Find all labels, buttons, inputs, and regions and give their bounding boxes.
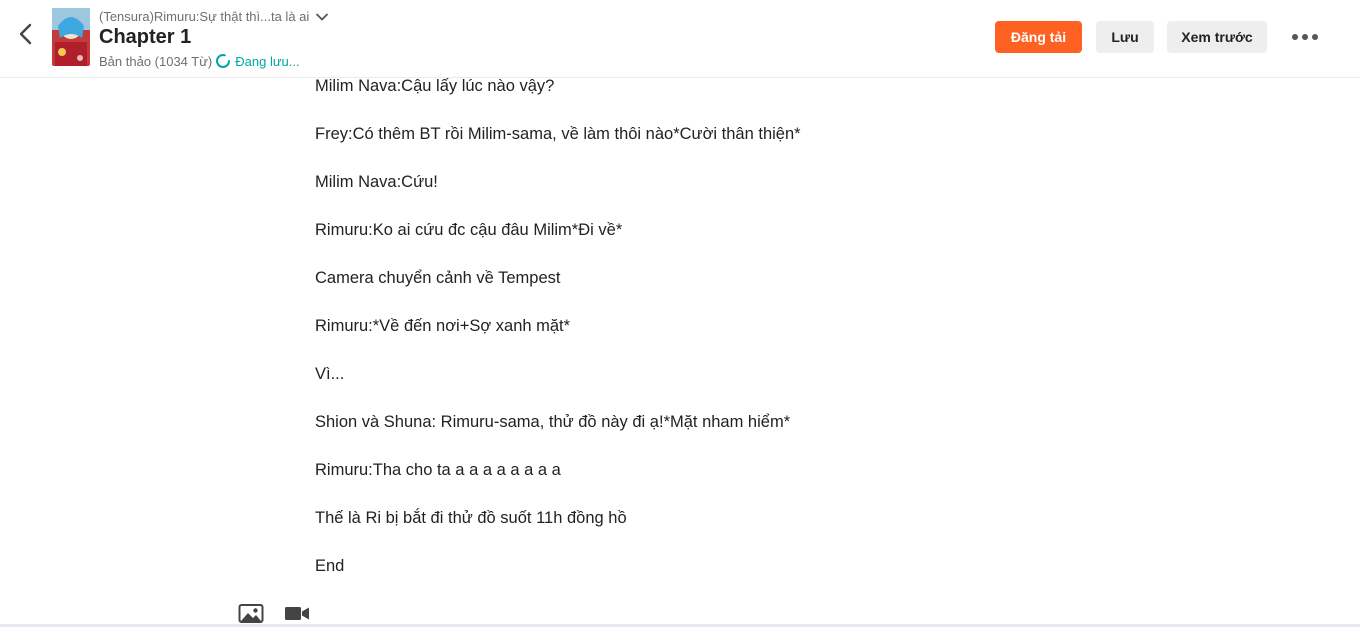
paragraph[interactable]: Shion và Shuna: Rimuru-sama, thử đồ này … (315, 412, 1015, 432)
story-title: (Tensura)Rimuru:Sự thật thì...ta là ai (99, 9, 310, 24)
paragraph[interactable]: Vì... (315, 364, 1015, 384)
image-icon[interactable] (238, 602, 264, 624)
draft-meta: Bản thảo (1034 Từ) Đang lưu... (99, 53, 300, 69)
story-switcher[interactable]: (Tensura)Rimuru:Sự thật thì...ta là ai (99, 9, 329, 24)
paragraph[interactable]: End (315, 556, 1015, 576)
paragraph[interactable]: Rimuru:*Về đến nơi+Sợ xanh mặt* (315, 316, 1015, 336)
video-icon[interactable] (284, 602, 310, 624)
chapter-editor[interactable]: Milim Nava:Cậu lấy lúc nào vậy? Frey:Có … (315, 76, 1015, 604)
draft-word-count: Bản thảo (1034 Từ) (99, 53, 213, 69)
paragraph[interactable]: Rimuru:Tha cho ta a a a a a a a a (315, 460, 1015, 480)
publish-button[interactable]: Đăng tải (995, 21, 1082, 53)
saving-status: Đang lưu... (235, 53, 300, 69)
paragraph[interactable]: Frey:Có thêm BT rồi Milim-sama, về làm t… (315, 124, 1015, 144)
editor-header: (Tensura)Rimuru:Sự thật thì...ta là ai C… (0, 0, 1360, 78)
chevron-down-icon (316, 13, 329, 20)
save-button[interactable]: Lưu (1096, 21, 1154, 53)
paragraph[interactable]: Thế là Ri bị bắt đi thử đồ suốt 11h đồng… (315, 508, 1015, 528)
chapter-title: Chapter 1 (99, 26, 192, 48)
paragraph[interactable]: Milim Nava:Cậu lấy lúc nào vậy? (315, 76, 1015, 96)
spinner-icon (216, 54, 231, 68)
story-cover-thumbnail (52, 8, 90, 66)
media-toolbar (238, 602, 310, 624)
paragraph[interactable]: Milim Nava:Cứu! (315, 172, 1015, 192)
more-options-icon[interactable] (1290, 28, 1320, 46)
chevron-left-icon[interactable] (14, 22, 38, 46)
paragraph[interactable]: Rimuru:Ko ai cứu đc cậu đâu Milim*Đi về* (315, 220, 1015, 240)
paragraph[interactable]: Camera chuyển cảnh về Tempest (315, 268, 1015, 288)
preview-button[interactable]: Xem trước (1167, 21, 1267, 53)
